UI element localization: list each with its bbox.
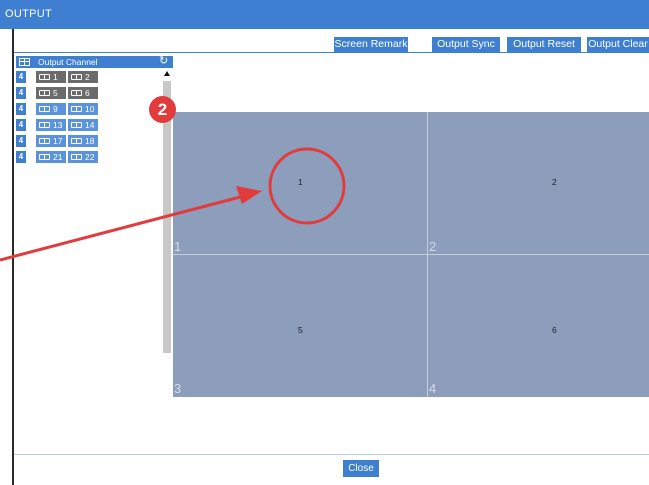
scroll-up-arrow[interactable] — [164, 71, 170, 76]
output-icon — [39, 90, 50, 96]
step-number-marker: 2 — [149, 96, 176, 123]
channel-item[interactable]: 5 — [36, 87, 66, 99]
channel-item[interactable]: 13 — [36, 119, 66, 131]
wall-cell-label: 6 — [552, 325, 557, 335]
wall-divider-horizontal — [173, 254, 649, 255]
output-channel-label: Output Channel — [38, 57, 98, 67]
channel-item[interactable]: 10 — [68, 103, 98, 115]
channel-item[interactable]: 14 — [68, 119, 98, 131]
dialog-title: OUTPUT — [0, 0, 649, 29]
screen-remark-button[interactable]: Screen Remark — [334, 37, 408, 52]
channel-item-label: 17 — [53, 136, 63, 146]
output-icon — [71, 122, 82, 128]
close-button[interactable]: Close — [343, 460, 379, 477]
channel-count-badge: 4 — [16, 71, 26, 83]
wall-cell-label: 1 — [298, 177, 303, 187]
toolbar-divider — [14, 52, 649, 53]
channel-item-label: 18 — [85, 136, 95, 146]
channel-count-badge: 4 — [16, 103, 26, 115]
channel-item[interactable]: 2 — [68, 71, 98, 83]
channel-item[interactable]: 9 — [36, 103, 66, 115]
channel-item-label: 6 — [85, 88, 90, 98]
output-channel-header[interactable]: Output Channel ↻ — [16, 55, 173, 68]
output-icon — [39, 154, 50, 160]
screen-number: 4 — [429, 381, 437, 396]
output-clear-button[interactable]: Output Clear — [587, 37, 649, 52]
channel-item[interactable]: 1 — [36, 71, 66, 83]
screen-number: 1 — [174, 239, 182, 254]
channel-item[interactable]: 18 — [68, 135, 98, 147]
footer-divider — [14, 454, 649, 455]
channel-item[interactable]: 21 — [36, 151, 66, 163]
channel-item[interactable]: 6 — [68, 87, 98, 99]
channel-item-label: 9 — [53, 104, 58, 114]
output-icon — [39, 74, 50, 80]
refresh-icon[interactable]: ↻ — [159, 55, 168, 67]
output-sync-button[interactable]: Output Sync — [432, 37, 500, 52]
output-reset-button[interactable]: Output Reset — [507, 37, 581, 52]
output-icon — [39, 138, 50, 144]
wall-cell-label: 2 — [552, 177, 557, 187]
screen-number: 3 — [174, 381, 182, 396]
channel-item-label: 2 — [85, 72, 90, 82]
output-dialog: OUTPUT Screen Remark Output Sync Output … — [0, 0, 649, 485]
output-icon — [71, 74, 82, 80]
channel-count-badge: 4 — [16, 135, 26, 147]
output-icon — [71, 106, 82, 112]
channel-item-label: 5 — [53, 88, 58, 98]
channel-item-label: 1 — [53, 72, 58, 82]
channel-count-badge: 4 — [16, 151, 26, 163]
channel-item-label: 13 — [53, 120, 63, 130]
left-border — [12, 29, 14, 485]
channel-item[interactable]: 22 — [68, 151, 98, 163]
output-icon — [71, 138, 82, 144]
output-icon — [71, 154, 82, 160]
channel-count-badge: 4 — [16, 87, 26, 99]
channel-item-label: 10 — [85, 104, 95, 114]
wall-cell-label: 5 — [298, 325, 303, 335]
channel-count-badge: 4 — [16, 119, 26, 131]
channel-item-label: 22 — [85, 152, 95, 162]
output-icon — [71, 90, 82, 96]
channel-item-label: 21 — [53, 152, 63, 162]
channel-item[interactable]: 17 — [36, 135, 66, 147]
grid-icon — [19, 58, 30, 66]
video-wall[interactable]: 1 1 2 2 5 3 6 4 — [173, 112, 649, 397]
channel-item-label: 14 — [85, 120, 95, 130]
screen-number: 2 — [429, 239, 437, 254]
output-icon — [39, 122, 50, 128]
output-icon — [39, 106, 50, 112]
